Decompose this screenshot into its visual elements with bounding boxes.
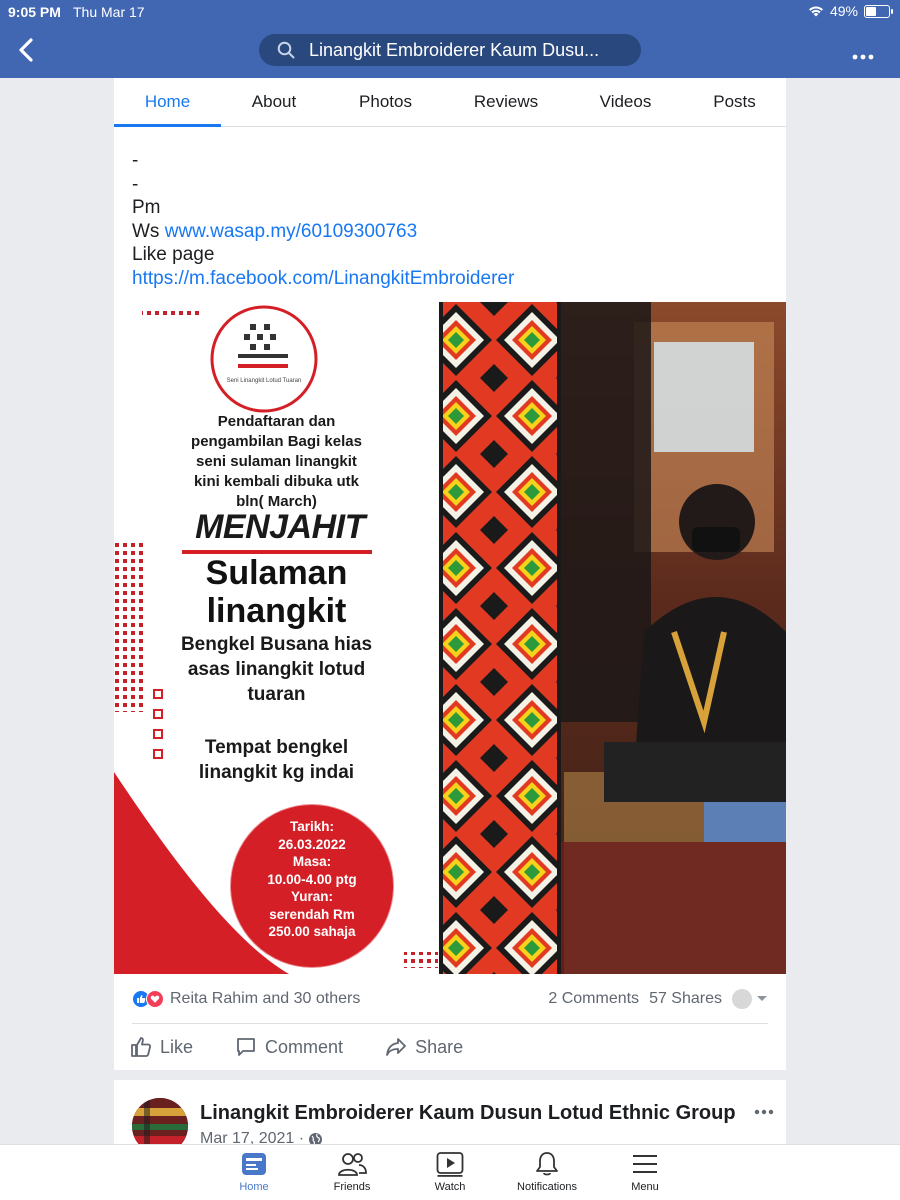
post-line: Like page [132,244,215,265]
comment-label: Comment [265,1036,344,1057]
top-bar: 9:05 PM Thu Mar 17 49% Linangkit Embroid… [0,0,900,78]
shares-count[interactable]: 57 Shares [649,990,722,1008]
reactions-summary[interactable]: Reita Rahim and 30 others [170,990,360,1008]
back-arrow-icon[interactable] [14,36,40,64]
search-query: Linangkit Embroiderer Kaum Dusu... [309,39,600,60]
post-line-ws: Ws www.wasap.my/60109300763 [132,220,768,244]
like-label: Like [160,1036,194,1057]
status-date: Thu Mar 17 [73,4,145,20]
nav-friends[interactable]: Friends [307,1151,397,1193]
ws-prefix: Ws [132,220,165,242]
tab-reviews[interactable]: Reviews [444,78,568,126]
comment-button[interactable]: Comment [235,1036,343,1058]
nav-watch-label: Watch [434,1181,466,1193]
share-icon [386,1038,406,1056]
tab-home[interactable]: Home [114,78,221,127]
watch-icon [436,1152,464,1177]
post-actions: Like Comment Share [114,1024,786,1070]
reactions-row: Reita Rahim and 30 others 2 Comments 57 … [132,974,768,1024]
bell-icon [536,1152,558,1176]
post-line: Pm [132,197,161,218]
wifi-icon [808,6,823,17]
poster-subtitle: Bengkel Busana hias asas linangkit lotud… [180,634,373,705]
like-button[interactable]: Like [130,1036,193,1058]
nav-notifications-label: Notifications [517,1181,577,1193]
facebook-page-link[interactable]: https://m.facebook.com/LinangkitEmbroide… [132,268,514,289]
menu-icon [633,1155,657,1173]
poster-headline-menjahit: MENJAHIT [195,508,365,546]
share-button[interactable]: Share [385,1036,463,1058]
nav-friends-label: Friends [333,1181,371,1193]
nav-notifications[interactable]: Notifications [502,1151,592,1193]
tab-posts[interactable]: Posts [683,78,786,126]
friends-icon [338,1153,367,1176]
nav-menu-label: Menu [631,1181,659,1193]
poster-date-badge: Tarikh: 26.03.2022 Masa: 10.00-4.00 ptg … [267,819,357,939]
home-feed-icon [242,1153,266,1175]
post-line-fb: https://m.facebook.com/LinangkitEmbroide… [132,267,768,291]
poster-logo-caption: Seni Linangkit Lotud Tuaran [226,378,302,384]
page-name[interactable]: Linangkit Embroiderer Kaum Dusun Lotud E… [200,1102,736,1125]
page-tabs: Home About Photos Reviews Videos Posts [114,78,786,127]
nav-home[interactable]: Home [209,1151,299,1193]
thumbs-up-icon [131,1037,151,1057]
comment-icon [237,1038,255,1056]
battery-percent: 49% [829,3,858,19]
chevron-down-icon[interactable] [756,995,768,1003]
poster-venue: Tempat bengkel linangkit kg indai [198,737,355,783]
nav-menu[interactable]: Menu [600,1151,690,1193]
status-time: 9:05 PM [8,4,61,20]
post-line: - [132,173,139,195]
love-reaction-icon [146,989,164,1008]
more-options-icon[interactable] [852,40,874,66]
reacting-as-avatar[interactable] [732,988,752,1009]
post-text: - - Pm Ws www.wasap.my/60109300763 Like … [114,127,786,302]
post-card: - - Pm Ws www.wasap.my/60109300763 Like … [114,127,786,1070]
bottom-nav: Home Friends Watch Notifications Menu [0,1144,900,1200]
tab-about[interactable]: About [221,78,327,126]
post-options-icon[interactable] [754,1098,774,1121]
share-label: Share [415,1036,464,1057]
search-bar[interactable]: Linangkit Embroiderer Kaum Dusu... [259,34,641,66]
comments-count[interactable]: 2 Comments [548,990,639,1008]
tab-photos[interactable]: Photos [327,78,444,126]
battery-icon [864,4,893,18]
status-right: 49% [808,3,893,19]
nav-watch[interactable]: Watch [405,1151,495,1193]
whatsapp-link[interactable]: www.wasap.my/60109300763 [165,221,417,242]
nav-home-label: Home [239,1181,269,1193]
tab-videos[interactable]: Videos [568,78,683,126]
poster-intro: Pendaftaran dan pengambilan Bagi kelas s… [191,413,362,510]
reaction-icons[interactable] [132,989,164,1008]
poster-headline-sulaman: Sulaman linangkit [205,554,348,630]
post-image[interactable]: Seni Linangkit Lotud Tuaran Pendaftaran … [114,302,786,974]
search-icon [277,41,295,59]
page-column: Home About Photos Reviews Videos Posts -… [114,78,786,1160]
status-bar: 9:05 PM Thu Mar 17 49% [0,3,900,21]
post-line: - [132,150,139,171]
